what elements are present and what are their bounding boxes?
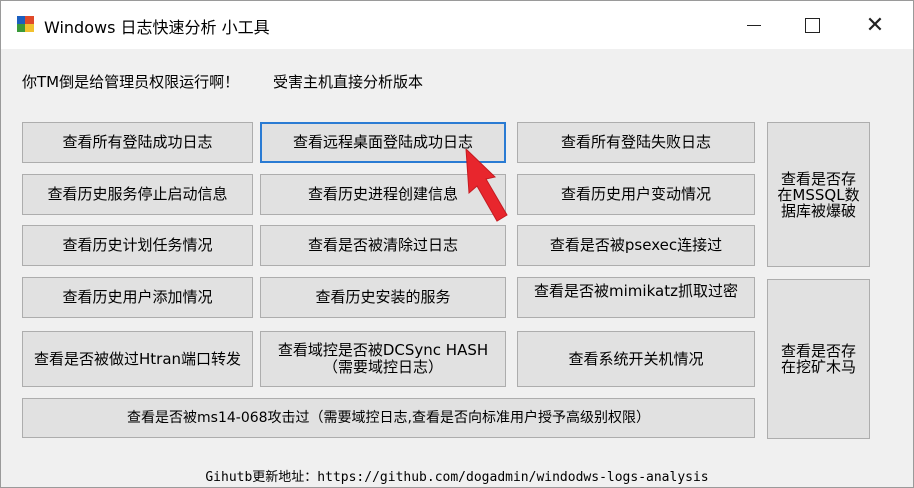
footer-github-link: Gihutb更新地址：https://github.com/dogadmin/w… <box>205 470 709 485</box>
maximize-icon <box>804 17 820 33</box>
app-icon <box>17 16 34 32</box>
app-window: Windows 日志快速分析 小工具 ✕ 你TM倒是给管理员权限运行啊！ 受害主… <box>0 0 914 488</box>
window-title: Windows 日志快速分析 小工具 <box>44 18 270 37</box>
all-login-success-button[interactable]: 查看所有登陆成功日志 <box>22 122 253 163</box>
admin-warning-label: 你TM倒是给管理员权限运行啊！ <box>22 73 240 91</box>
mssql-bruteforce-button[interactable]: 查看是否存在MSSQL数据库被爆破 <box>767 122 870 267</box>
user-change-history-button[interactable]: 查看历史用户变动情况 <box>517 174 755 215</box>
mimikatz-button[interactable]: 查看是否被mimikatz抓取过密 <box>517 277 755 318</box>
service-history-button[interactable]: 查看历史服务停止启动信息 <box>22 174 253 215</box>
shutdown-boot-button[interactable]: 查看系统开关机情况 <box>517 331 755 387</box>
minimize-button[interactable] <box>725 1 783 49</box>
mining-button[interactable]: 查看是否存在挖矿木马 <box>767 279 870 439</box>
close-icon: ✕ <box>865 12 885 38</box>
minimize-icon <box>747 24 761 26</box>
all-login-failed-button[interactable]: 查看所有登陆失败日志 <box>517 122 755 163</box>
ms14-068-button[interactable]: 查看是否被ms14-068攻击过（需要域控日志,查看是否向标准用户授予高级别权限… <box>22 398 755 438</box>
title-bar: Windows 日志快速分析 小工具 ✕ <box>1 1 913 49</box>
user-added-button[interactable]: 查看历史用户添加情况 <box>22 277 253 318</box>
scheduled-tasks-button[interactable]: 查看历史计划任务情况 <box>22 225 253 266</box>
maximize-button[interactable] <box>783 1 841 49</box>
service-installed-button[interactable]: 查看历史安装的服务 <box>260 277 506 318</box>
version-label: 受害主机直接分析版本 <box>273 73 424 91</box>
log-cleared-button[interactable]: 查看是否被清除过日志 <box>260 225 506 266</box>
close-button[interactable]: ✕ <box>846 1 904 49</box>
psexec-button[interactable]: 查看是否被psexec连接过 <box>517 225 755 266</box>
htran-button[interactable]: 查看是否被做过Htran端口转发 <box>22 331 253 387</box>
dcsync-button[interactable]: 查看域控是否被DCSync HASH（需要域控日志） <box>260 331 506 387</box>
red-arrow-annotation <box>465 149 508 222</box>
